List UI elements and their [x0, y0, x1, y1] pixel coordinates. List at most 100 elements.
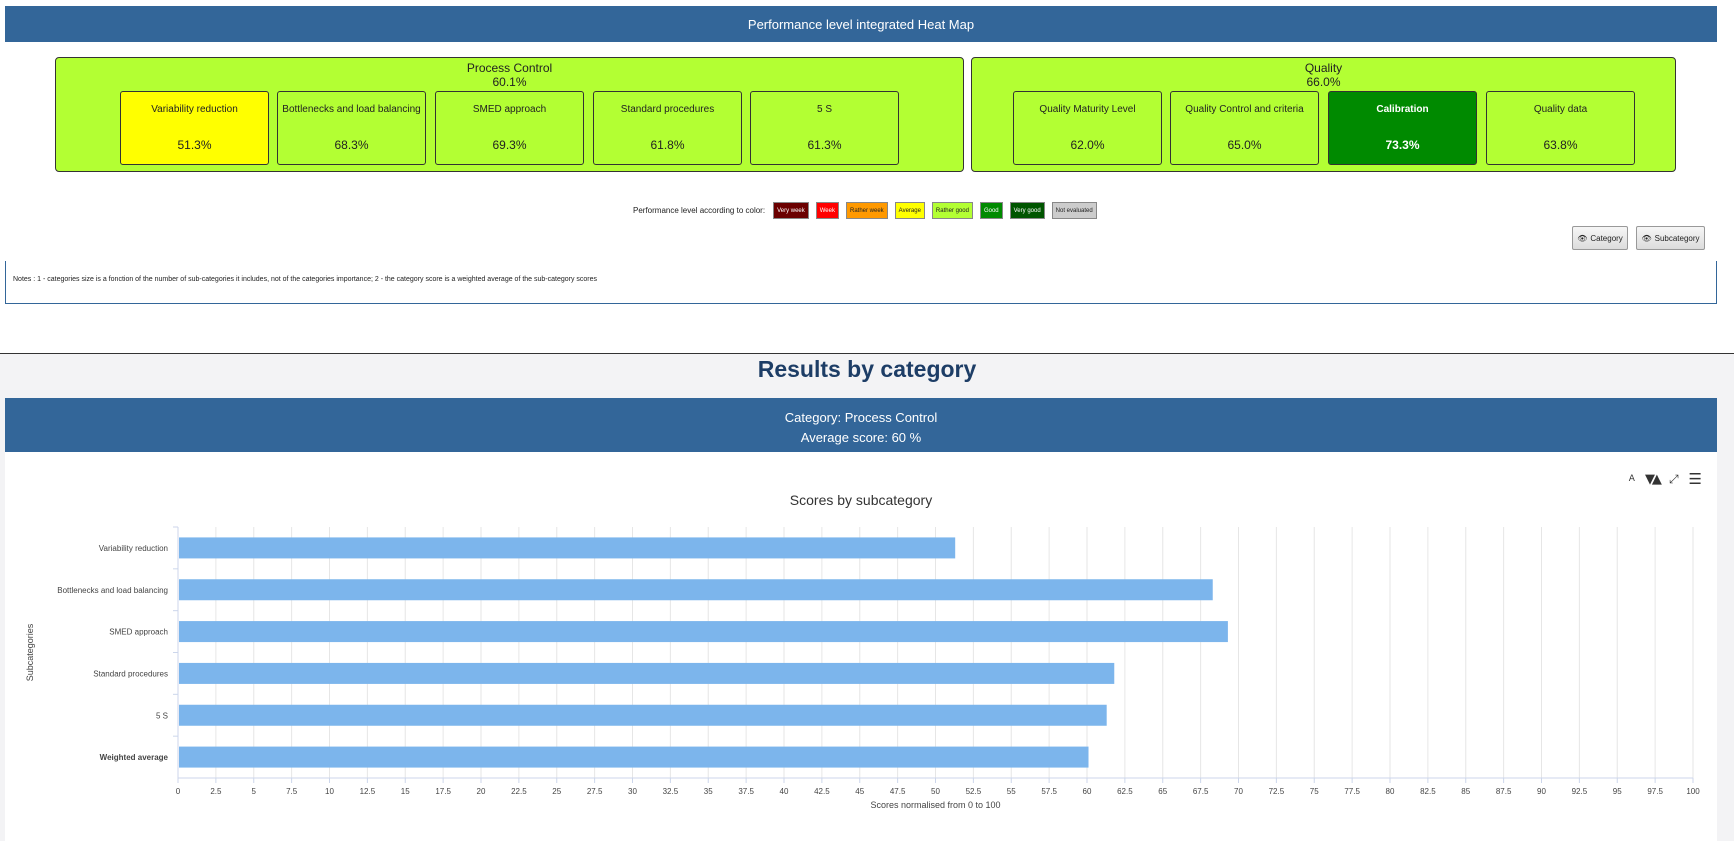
- legend-rather-good: Rather good: [931, 202, 973, 219]
- x-tick-label: 17.5: [435, 787, 451, 796]
- x-tick-label: 52.5: [966, 787, 982, 796]
- bar[interactable]: [179, 704, 1107, 726]
- legend-good: Good: [979, 202, 1003, 219]
- subcategory-label: Standard procedures: [620, 104, 715, 115]
- x-tick-label: 70: [1234, 787, 1243, 796]
- x-tick-label: 62.5: [1117, 787, 1133, 796]
- x-tick-label: 77.5: [1344, 787, 1360, 796]
- subcategory-value: 62.0%: [1070, 138, 1105, 152]
- fullscreen-icon[interactable]: ⤢: [1669, 472, 1679, 487]
- subcategory-label: Quality Maturity Level: [1039, 104, 1136, 115]
- x-axis-label: Scores normalised from 0 to 100: [870, 800, 1000, 810]
- category-name: Quality: [1304, 61, 1343, 75]
- subcategory-variability-reduction[interactable]: Variability reduction 51.3%: [120, 91, 269, 165]
- subcategory-label: Variability reduction: [151, 104, 238, 115]
- x-tick-label: 27.5: [587, 787, 603, 796]
- subcategory-calibration[interactable]: Calibration 73.3%: [1328, 91, 1477, 165]
- subcategory-label: SMED approach: [472, 104, 547, 115]
- subcategory-label: Quality Control and criteria: [1185, 104, 1304, 115]
- legend-week: Week: [815, 202, 839, 219]
- grid-lines: [173, 526, 1694, 783]
- bar[interactable]: [179, 579, 1213, 601]
- x-tick-label: 12.5: [360, 787, 376, 796]
- eye-icon: 👁: [1577, 233, 1588, 243]
- subcategory-quality-data[interactable]: Quality data 63.8%: [1486, 91, 1635, 165]
- subcategory-standard-procedures[interactable]: Standard procedures 61.8%: [593, 91, 742, 165]
- category-score: 66.0%: [1306, 75, 1341, 89]
- subcategory-quality-control-criteria[interactable]: Quality Control and criteria 65.0%: [1170, 91, 1319, 165]
- subcategory-value: 61.8%: [650, 138, 685, 152]
- subcategory-smed-approach[interactable]: SMED approach 69.3%: [435, 91, 584, 165]
- x-tick-labels: 0 2.5 5 7.5 10 12.5 15 17.5 20 22.5 25 27.5 30 32.5 35…: [176, 787, 1700, 796]
- legend-not-evaluated: Not evaluated: [1051, 202, 1097, 219]
- notes-panel: Notes : 1 - categories size is a fonctio…: [5, 261, 1717, 304]
- x-tick-label: 65: [1158, 787, 1167, 796]
- legend-very-week: Very week: [773, 202, 809, 219]
- x-tick-label: 20: [477, 787, 486, 796]
- subcategory-view-button[interactable]: 👁 Subcategory: [1636, 226, 1705, 250]
- category-label: Weighted average: [100, 753, 169, 762]
- subcategory-5s[interactable]: 5 S 61.3%: [750, 91, 899, 165]
- x-tick-label: 30: [628, 787, 637, 796]
- bar[interactable]: [179, 662, 1115, 684]
- x-tick-label: 22.5: [511, 787, 527, 796]
- subcategory-label: 5 S: [816, 104, 832, 115]
- category-labels: Variability reduction Bottlenecks and loa…: [57, 544, 168, 762]
- chart-toolbar: A ▼▲ ⤢ ☰: [1629, 470, 1702, 488]
- category-summary-header: Category: Process Control Average score:…: [5, 398, 1717, 452]
- subcategory-label: Calibration: [1376, 104, 1429, 115]
- average-score-line: Average score: 60 %: [800, 430, 922, 445]
- x-tick-label: 47.5: [890, 787, 906, 796]
- font-size-icon[interactable]: A: [1629, 474, 1635, 484]
- chart-title: Scores by subcategory: [789, 492, 933, 508]
- subcategory-button-label: Subcategory: [1654, 233, 1700, 243]
- eye-icon: 👁: [1641, 233, 1652, 243]
- category-name: Process Control: [466, 61, 553, 75]
- category-button-label: Category: [1590, 233, 1623, 243]
- chart-panel: A ▼▲ ⤢ ☰ Scores by subcategory Variabili…: [5, 452, 1717, 841]
- results-section-title: Results by category: [757, 356, 977, 382]
- subcategory-value: 61.3%: [807, 138, 842, 152]
- category-line: Category: Process Control: [784, 410, 938, 425]
- category-label: SMED approach: [109, 628, 168, 637]
- x-tick-label: 82.5: [1420, 787, 1436, 796]
- bar[interactable]: [179, 746, 1089, 768]
- legend-title: Performance level according to color:: [633, 206, 766, 215]
- color-legend: Performance level according to color: Ve…: [633, 202, 1097, 219]
- subcategory-quality-maturity-level[interactable]: Quality Maturity Level 62.0%: [1013, 91, 1162, 165]
- subcategory-value: 63.8%: [1543, 138, 1578, 152]
- category-label: Standard procedures: [93, 669, 168, 678]
- x-tick-label: 50: [931, 787, 940, 796]
- subcategory-label: Quality data: [1533, 104, 1588, 115]
- subcategory-label: Bottlenecks and load balancing: [282, 104, 421, 115]
- x-tick-label: 92.5: [1572, 787, 1588, 796]
- legend-rather-week: Rather week: [845, 202, 888, 219]
- menu-icon[interactable]: ☰: [1689, 470, 1702, 488]
- subcategory-value: 65.0%: [1227, 138, 1262, 152]
- category-quality[interactable]: Quality 66.0% Quality Maturity Level 62.…: [971, 57, 1676, 172]
- x-tick-label: 45: [855, 787, 864, 796]
- x-tick-label: 72.5: [1269, 787, 1285, 796]
- x-tick-label: 57.5: [1041, 787, 1057, 796]
- x-tick-label: 35: [704, 787, 713, 796]
- category-process-control[interactable]: Process Control 60.1% Variability reduct…: [55, 57, 964, 172]
- heatmap-title: Performance level integrated Heat Map: [5, 6, 1717, 42]
- sort-icon[interactable]: ▼▲: [1645, 472, 1662, 487]
- x-tick-label: 90: [1537, 787, 1546, 796]
- x-tick-label: 0: [176, 787, 181, 796]
- bar[interactable]: [179, 537, 956, 559]
- x-tick-label: 40: [780, 787, 789, 796]
- x-tick-label: 60: [1083, 787, 1092, 796]
- subcategory-value: 73.3%: [1385, 138, 1420, 152]
- subcategory-value: 69.3%: [492, 138, 527, 152]
- x-tick-label: 32.5: [663, 787, 679, 796]
- category-label: 5 S: [156, 711, 168, 720]
- x-tick-label: 2.5: [210, 787, 222, 796]
- subcategory-bottlenecks[interactable]: Bottlenecks and load balancing 68.3%: [277, 91, 426, 165]
- category-view-button[interactable]: 👁 Category: [1572, 226, 1628, 250]
- category-label: Bottlenecks and load balancing: [57, 586, 168, 595]
- category-title: Quality 66.0%: [972, 61, 1675, 89]
- x-tick-label: 7.5: [286, 787, 298, 796]
- subcategory-value: 68.3%: [334, 138, 369, 152]
- bar[interactable]: [179, 621, 1228, 643]
